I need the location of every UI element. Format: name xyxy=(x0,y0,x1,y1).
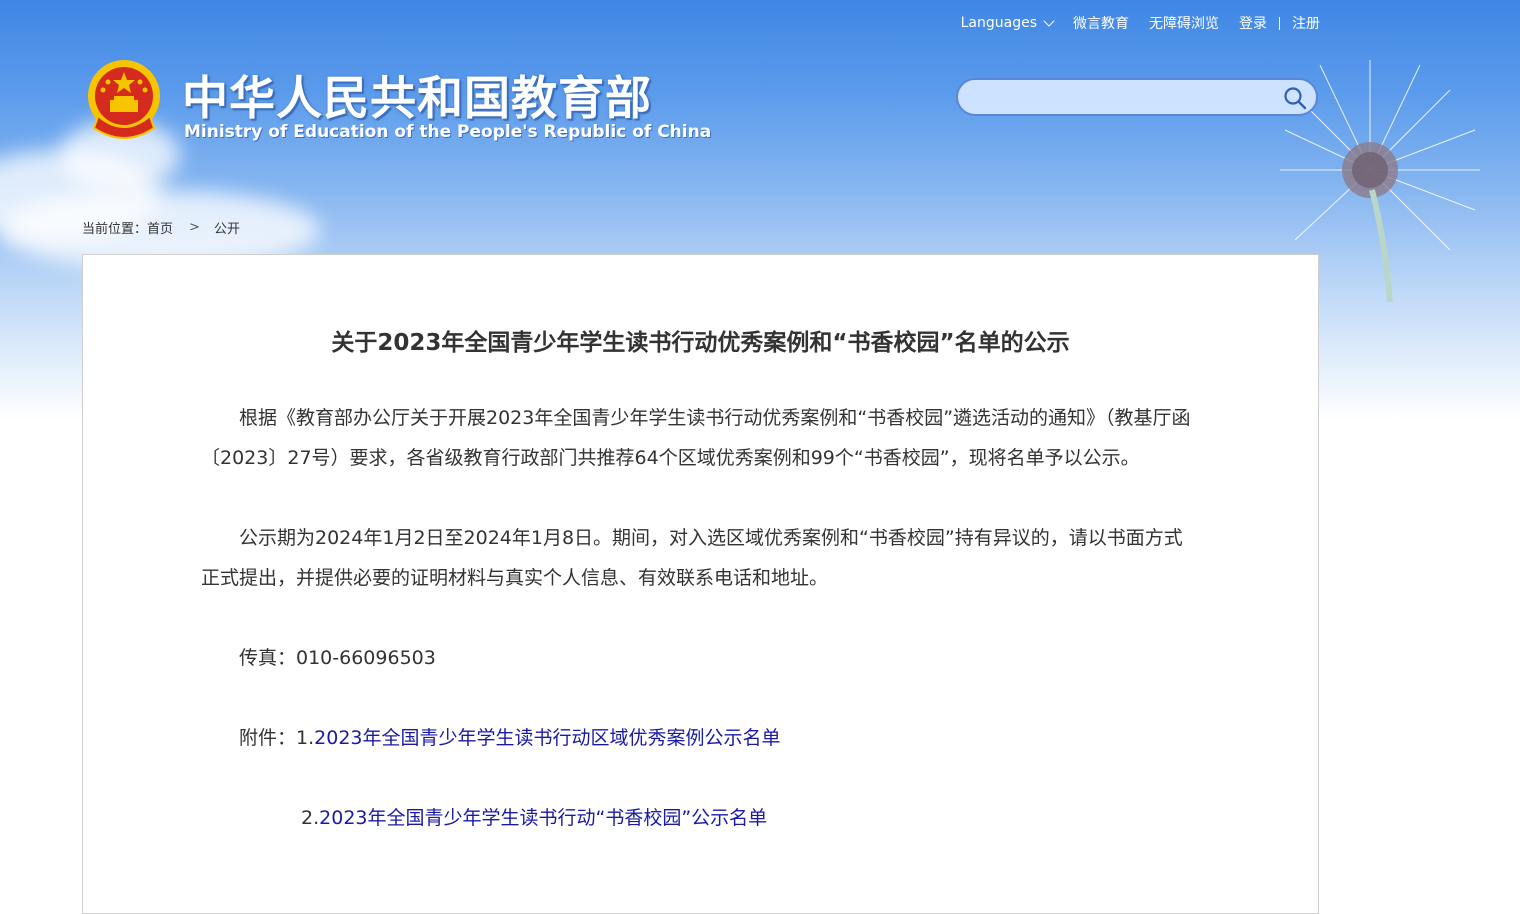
register-link[interactable]: 注册 xyxy=(1292,13,1320,33)
site-title[interactable]: 中华人民共和国教育部 xyxy=(182,62,652,128)
chevron-down-icon xyxy=(1043,15,1055,27)
top-utility-bar: Languages 微言教育 无障碍浏览 登录 注册 xyxy=(961,12,1320,34)
breadcrumb-label: 当前位置： xyxy=(82,222,148,237)
article-container: 关于2023年全国青少年学生读书行动优秀案例和“书香校园”名单的公示 根据《教育… xyxy=(82,254,1319,914)
languages-menu[interactable]: Languages xyxy=(960,15,1055,31)
article-paragraph: 根据《教育部办公厅关于开展2023年全国青少年学生读书行动优秀案例和“书香校园”… xyxy=(201,407,1191,469)
article-body: 根据《教育部办公厅关于开展2023年全国青少年学生读书行动优秀案例和“书香校园”… xyxy=(201,398,1201,878)
breadcrumb-current[interactable]: 公开 xyxy=(214,218,240,237)
login-link[interactable]: 登录 xyxy=(1239,13,1267,33)
weiyan-link[interactable]: 微言教育 xyxy=(1073,13,1129,33)
attachment-line: 2.2023年全国青少年学生读书行动“书香校园”公示名单 xyxy=(201,798,1201,838)
attachment-label: 附件： xyxy=(239,727,297,749)
article-paragraph: 公示期为2024年1月2日至2024年1月8日。期间，对入选区域优秀案例和“书香… xyxy=(201,527,1183,589)
languages-label: Languages xyxy=(960,15,1037,31)
fax-line: 传真：010-66096503 xyxy=(239,647,436,669)
divider xyxy=(1279,16,1280,30)
breadcrumb: 当前位置： 首页 > 公开 xyxy=(82,218,240,237)
breadcrumb-home-link[interactable]: 首页 xyxy=(147,218,173,237)
article-title: 关于2023年全国青少年学生读书行动优秀案例和“书香校园”名单的公示 xyxy=(331,330,1070,356)
chevron-right-icon: > xyxy=(189,220,200,235)
search-icon[interactable] xyxy=(1282,85,1308,111)
site-subtitle: Ministry of Education of the People's Re… xyxy=(184,122,712,142)
attachment-link-2[interactable]: 2023年全国青少年学生读书行动“书香校园”公示名单 xyxy=(319,807,767,829)
attachment-link-1[interactable]: 2023年全国青少年学生读书行动区域优秀案例公示名单 xyxy=(314,727,780,749)
national-emblem-icon[interactable] xyxy=(84,58,164,144)
attachment-line: 附件：1.2023年全国青少年学生读书行动区域优秀案例公示名单 xyxy=(201,718,1201,758)
search-box xyxy=(956,78,1318,116)
accessible-browse-link[interactable]: 无障碍浏览 xyxy=(1149,13,1219,33)
attachment-number: 2. xyxy=(301,807,320,829)
attachment-number: 1. xyxy=(296,727,315,749)
search-input[interactable] xyxy=(972,86,1276,110)
